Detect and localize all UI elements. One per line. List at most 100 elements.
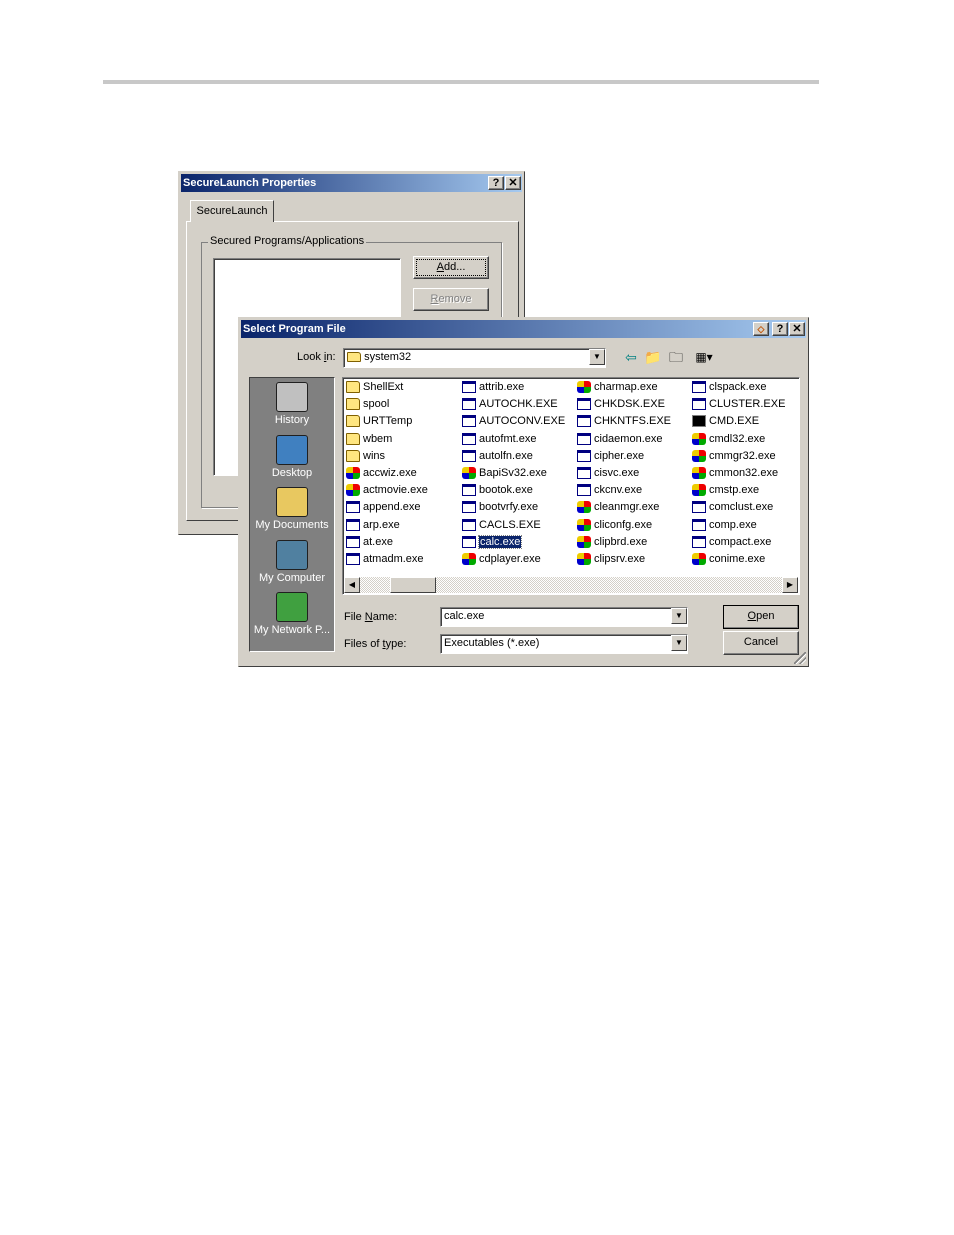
file-list[interactable]: clspack.exe CLUSTER.EXE CMD.EXE cmdl32.exe c… (342, 377, 800, 595)
file-item[interactable]: cmmon32.exe (691, 465, 785, 482)
file-item[interactable]: autolfn.exe (461, 448, 565, 465)
file-item[interactable]: clipsrv.exe (576, 551, 671, 568)
file-item[interactable]: conime.exe (691, 551, 785, 568)
dialog-close-button[interactable]: ✕ (789, 322, 805, 336)
open-button[interactable]: Open (723, 605, 799, 629)
chevron-down-icon[interactable]: ▼ (671, 608, 687, 624)
file-name-value: calc.exe (444, 610, 485, 622)
file-item[interactable]: cmstp.exe (691, 482, 785, 499)
place-desktop[interactable]: Desktop (250, 434, 334, 479)
file-item[interactable]: CHKNTFS.EXE (576, 413, 671, 430)
chevron-down-icon[interactable]: ▼ (671, 635, 687, 651)
add-button[interactable]: Add... (413, 256, 489, 279)
file-item[interactable]: comclust.exe (691, 499, 785, 516)
file-name: cmmgr32.exe (709, 449, 776, 462)
dialog-titlebar[interactable]: Select Program File ◇ ? ✕ (241, 320, 806, 338)
place-label: My Network P... (253, 624, 331, 636)
scroll-thumb[interactable] (390, 577, 436, 593)
place-my-documents[interactable]: My Documents (250, 487, 334, 531)
file-item[interactable]: append.exe (345, 499, 428, 516)
file-item[interactable]: attrib.exe (461, 379, 565, 396)
horizontal-scrollbar[interactable]: ◀ ▶ (344, 577, 798, 593)
file-item[interactable]: CLUSTER.EXE (691, 396, 785, 413)
file-item[interactable]: cmdl32.exe (691, 431, 785, 448)
cancel-button[interactable]: Cancel (723, 631, 799, 655)
chevron-down-icon[interactable]: ▼ (589, 349, 605, 365)
place-my-computer[interactable]: My Computer (250, 539, 334, 584)
place-my-network-places[interactable]: My Network P... (250, 592, 334, 636)
back-icon[interactable]: ⇦ (622, 348, 640, 366)
file-item[interactable]: atmadm.exe (345, 551, 428, 568)
file-item[interactable]: calc.exe (461, 534, 565, 551)
file-name: AUTOCHK.EXE (479, 398, 558, 411)
folder-item[interactable]: URTTemp (345, 413, 428, 430)
file-item[interactable]: actmovie.exe (345, 482, 428, 499)
file-item[interactable]: AUTOCONV.EXE (461, 413, 565, 430)
program-icon (346, 518, 360, 531)
file-item[interactable]: comp.exe (691, 517, 785, 534)
file-item[interactable]: CHKDSK.EXE (576, 396, 671, 413)
folder-item[interactable]: ShellExt (345, 379, 428, 396)
file-item[interactable]: cleanmgr.exe (576, 499, 671, 516)
file-item[interactable]: cliconfg.exe (576, 517, 671, 534)
file-item[interactable]: cipher.exe (576, 448, 671, 465)
files-of-type-select[interactable]: Executables (*.exe) ▼ (440, 634, 688, 654)
program-icon (692, 398, 706, 411)
file-item[interactable]: accwiz.exe (345, 465, 428, 482)
properties-close-button[interactable]: ✕ (505, 176, 521, 190)
file-item[interactable]: CACLS.EXE (461, 517, 565, 534)
file-item[interactable]: compact.exe (691, 534, 785, 551)
look-in-value: system32 (364, 351, 412, 363)
file-item[interactable]: cdplayer.exe (461, 551, 565, 568)
properties-help-button[interactable]: ? (488, 176, 504, 190)
place-label: My Computer (258, 571, 326, 584)
tab-securelaunch[interactable]: SecureLaunch (190, 200, 274, 222)
properties-titlebar[interactable]: SecureLaunch Properties ? ✕ (181, 174, 522, 192)
scroll-left-icon[interactable]: ◀ (344, 577, 360, 593)
file-item[interactable]: CMD.EXE (691, 413, 785, 430)
history-icon (276, 382, 308, 412)
file-name: URTTemp (363, 415, 413, 428)
file-item[interactable]: charmap.exe (576, 379, 671, 396)
file-name: append.exe (363, 501, 421, 514)
program-icon (462, 552, 476, 565)
scroll-right-icon[interactable]: ▶ (782, 577, 798, 593)
up-folder-icon[interactable]: 📁 (644, 348, 662, 366)
add-button-label: dd... (443, 261, 466, 273)
file-item[interactable]: cidaemon.exe (576, 431, 671, 448)
file-name-field[interactable]: calc.exe ▼ (440, 607, 688, 627)
place-history[interactable]: History (250, 382, 334, 426)
remove-button[interactable]: Remove (413, 288, 489, 311)
file-item[interactable]: arp.exe (345, 517, 428, 534)
program-icon (462, 466, 476, 479)
file-item[interactable]: cisvc.exe (576, 465, 671, 482)
resize-grip-icon[interactable] (794, 652, 806, 664)
file-name: bootvrfy.exe (479, 501, 539, 514)
file-item[interactable]: bootvrfy.exe (461, 499, 565, 516)
file-item[interactable]: clspack.exe (691, 379, 785, 396)
dialog-ime-button[interactable]: ◇ (753, 322, 769, 336)
folder-item[interactable]: wbem (345, 431, 428, 448)
look-in-combo[interactable]: system32 ▼ (343, 348, 606, 368)
view-menu-icon[interactable]: ▦▾ (691, 348, 717, 366)
folder-item[interactable]: wins (345, 448, 428, 465)
file-item[interactable]: BapiSv32.exe (461, 465, 565, 482)
file-name: ckcnv.exe (594, 484, 643, 497)
file-item[interactable]: at.exe (345, 534, 428, 551)
file-item[interactable]: ckcnv.exe (576, 482, 671, 499)
file-item[interactable]: cmmgr32.exe (691, 448, 785, 465)
file-item[interactable]: bootok.exe (461, 482, 565, 499)
file-item[interactable]: clipbrd.exe (576, 534, 671, 551)
file-name: comp.exe (709, 518, 757, 531)
dialog-help-button[interactable]: ? (772, 322, 788, 336)
file-name: cmdl32.exe (709, 432, 766, 445)
new-folder-icon[interactable]: 🗀 (667, 348, 685, 366)
file-name: CHKNTFS.EXE (594, 415, 672, 428)
folder-item[interactable]: spool (345, 396, 428, 413)
program-icon (462, 535, 476, 548)
file-item[interactable]: AUTOCHK.EXE (461, 396, 565, 413)
program-icon (462, 432, 476, 445)
program-icon (462, 415, 476, 428)
file-item[interactable]: autofmt.exe (461, 431, 565, 448)
file-name: spool (363, 398, 390, 411)
